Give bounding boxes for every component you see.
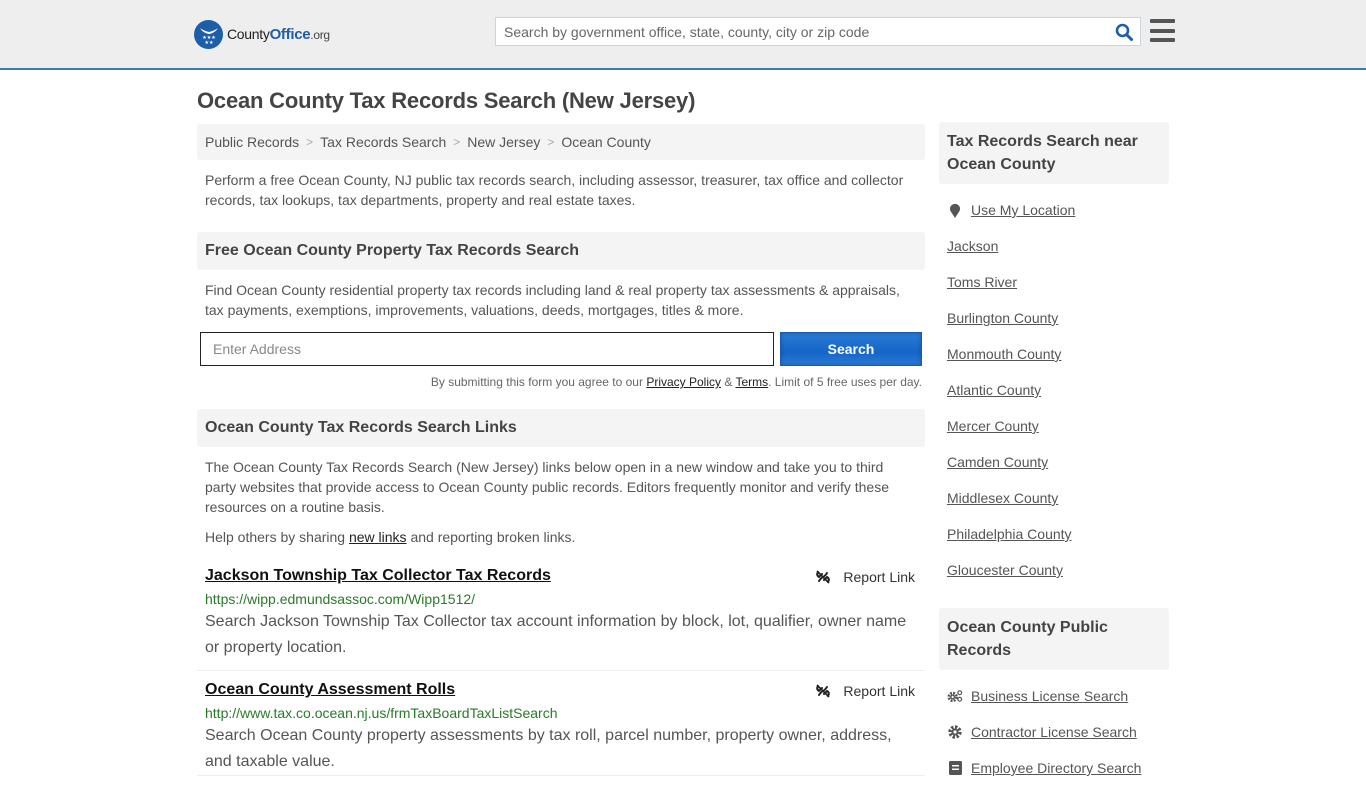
- nearby-link-burlington-county[interactable]: Burlington County: [947, 310, 1058, 326]
- nearby-link-camden-county[interactable]: Camden County: [947, 454, 1048, 470]
- broken-link-icon: [816, 570, 831, 584]
- privacy-policy-link[interactable]: Privacy Policy: [646, 375, 721, 389]
- nearby-link-jackson[interactable]: Jackson: [947, 238, 998, 254]
- site-search-input[interactable]: [496, 18, 1108, 45]
- address-search-form: Search: [197, 332, 925, 366]
- links-section-heading: Ocean County Tax Records Search Links: [197, 409, 925, 447]
- nearby-link-philadelphia-county[interactable]: Philadelphia County: [947, 526, 1072, 542]
- public-record-item: Business License Search: [947, 678, 1161, 714]
- nearby-item: Camden County: [947, 444, 1161, 480]
- contractor-license-search-link[interactable]: Contractor License Search: [971, 724, 1137, 740]
- result-title-link[interactable]: Jackson Township Tax Collector Tax Recor…: [205, 567, 551, 585]
- new-links-link[interactable]: new links: [349, 529, 407, 545]
- result-item: Ocean County Assessment Rolls Report Lin…: [197, 681, 925, 776]
- breadcrumb-public-records[interactable]: Public Records: [205, 134, 299, 150]
- main-content: Public Records > Tax Records Search > Ne…: [197, 124, 925, 776]
- use-my-location-link[interactable]: Use My Location: [971, 202, 1075, 218]
- employee-directory-search-link[interactable]: Employee Directory Search: [971, 760, 1141, 776]
- help-text: Help others by sharing new links and rep…: [205, 529, 576, 545]
- breadcrumb: Public Records > Tax Records Search > Ne…: [197, 124, 925, 160]
- nearby-link-toms-river[interactable]: Toms River: [947, 274, 1017, 290]
- map-pin-icon: [947, 203, 963, 218]
- nearby-item: Toms River: [947, 264, 1161, 300]
- public-record-item: Employee Directory Search: [947, 750, 1161, 786]
- property-search-heading: Free Ocean County Property Tax Records S…: [197, 232, 925, 270]
- result-description: Search Jackson Township Tax Collector ta…: [205, 613, 907, 656]
- links-section-description: The Ocean County Tax Records Search (New…: [205, 459, 890, 515]
- intro-text: Perform a free Ocean County, NJ public t…: [205, 172, 904, 208]
- nearby-item: Jackson: [947, 228, 1161, 264]
- result-title-link[interactable]: Ocean County Assessment Rolls: [205, 681, 455, 699]
- business-license-search-link[interactable]: Business License Search: [971, 688, 1128, 704]
- site-search: [495, 17, 1141, 46]
- breadcrumb-separator: >: [306, 135, 314, 149]
- report-link-button[interactable]: Report Link: [815, 569, 915, 585]
- nearby-item: Philadelphia County: [947, 516, 1161, 552]
- report-link-button[interactable]: Report Link: [815, 683, 915, 699]
- breadcrumb-new-jersey[interactable]: New Jersey: [467, 134, 540, 150]
- breadcrumb-tax-records-search[interactable]: Tax Records Search: [320, 134, 446, 150]
- directory-icon: [947, 761, 963, 775]
- nearby-link-gloucester-county[interactable]: Gloucester County: [947, 562, 1063, 578]
- page-title: Ocean County Tax Records Search (New Jer…: [197, 88, 696, 113]
- nearby-heading: Tax Records Search near Ocean County: [939, 122, 1169, 184]
- nearby-item: Middlesex County: [947, 480, 1161, 516]
- logo-text: CountyOffice.org: [227, 26, 330, 43]
- public-records-list: Business License Search Contractor Licen…: [939, 678, 1169, 786]
- hamburger-menu-icon[interactable]: [1150, 19, 1175, 42]
- nearby-link-atlantic-county[interactable]: Atlantic County: [947, 382, 1041, 398]
- public-record-item: Contractor License Search: [947, 714, 1161, 750]
- address-search-button[interactable]: Search: [780, 332, 922, 366]
- result-url[interactable]: http://www.tax.co.ocean.nj.us/frmTaxBoar…: [205, 705, 917, 721]
- result-description: Search Ocean County property assessments…: [205, 727, 892, 770]
- address-input[interactable]: [200, 332, 774, 366]
- breadcrumb-separator: >: [453, 135, 461, 149]
- site-logo[interactable]: ★★★ ★★ CountyOffice.org: [194, 20, 330, 49]
- eagle-stars-icon: ★★★ ★★: [194, 20, 223, 49]
- nearby-item: Mercer County: [947, 408, 1161, 444]
- nearby-item: Monmouth County: [947, 336, 1161, 372]
- broken-link-icon: [816, 684, 831, 698]
- nearby-link-middlesex-county[interactable]: Middlesex County: [947, 490, 1058, 506]
- public-records-heading: Ocean County Public Records: [939, 608, 1169, 670]
- breadcrumb-ocean-county[interactable]: Ocean County: [561, 134, 651, 150]
- nearby-item: Atlantic County: [947, 372, 1161, 408]
- svg-text:★★: ★★: [204, 40, 213, 45]
- breadcrumb-separator: >: [547, 135, 555, 149]
- site-header: ★★★ ★★ CountyOffice.org: [0, 0, 1366, 70]
- nearby-item: Gloucester County: [947, 552, 1161, 588]
- nearby-list: Use My Location Jackson Toms River Burli…: [939, 192, 1169, 588]
- terms-link[interactable]: Terms: [735, 375, 768, 389]
- result-url[interactable]: https://wipp.edmundsassoc.com/Wipp1512/: [205, 591, 917, 607]
- use-my-location-item: Use My Location: [947, 192, 1161, 228]
- property-search-description: Find Ocean County residential property t…: [205, 282, 900, 318]
- terms-notice: By submitting this form you agree to our…: [430, 375, 922, 389]
- sidebar: Tax Records Search near Ocean County Use…: [939, 122, 1169, 786]
- search-icon[interactable]: [1108, 18, 1140, 45]
- gears-icon: [947, 689, 963, 703]
- gear-icon: [947, 725, 963, 739]
- nearby-item: Burlington County: [947, 300, 1161, 336]
- nearby-link-mercer-county[interactable]: Mercer County: [947, 418, 1039, 434]
- nearby-link-monmouth-county[interactable]: Monmouth County: [947, 346, 1061, 362]
- result-item: Jackson Township Tax Collector Tax Recor…: [197, 567, 925, 671]
